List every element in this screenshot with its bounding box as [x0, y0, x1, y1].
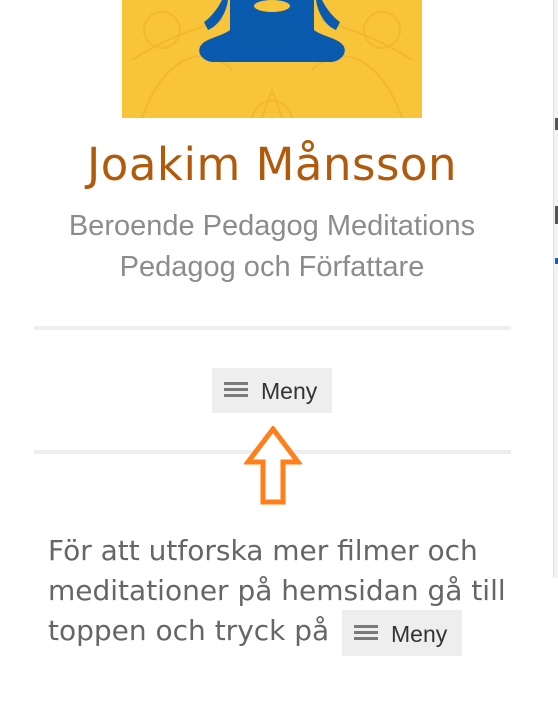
- divider-top: [34, 326, 511, 330]
- site-description: Beroende Pedagog Meditations Pedagog och…: [68, 210, 476, 283]
- menu-button[interactable]: Meny: [212, 368, 332, 413]
- meditation-figure-icon: [131, 0, 413, 118]
- inline-menu-button[interactable]: Meny: [342, 610, 462, 656]
- scrollbar[interactable]: [553, 0, 558, 578]
- page: Joakim Månsson Beroende Pedagog Meditati…: [0, 0, 558, 720]
- instruction-line-2: meditationer på hemsidan gå till: [48, 574, 506, 607]
- site-title[interactable]: Joakim Månsson: [0, 137, 544, 193]
- arrow-up-icon: [244, 426, 302, 505]
- header-image: [122, 0, 422, 118]
- hamburger-icon: [224, 382, 248, 398]
- hamburger-icon: [354, 625, 378, 641]
- menu-button-label: Meny: [261, 378, 318, 404]
- instruction-line-1: För att utforska mer filmer och: [48, 534, 478, 567]
- inline-menu-button-label: Meny: [391, 621, 448, 647]
